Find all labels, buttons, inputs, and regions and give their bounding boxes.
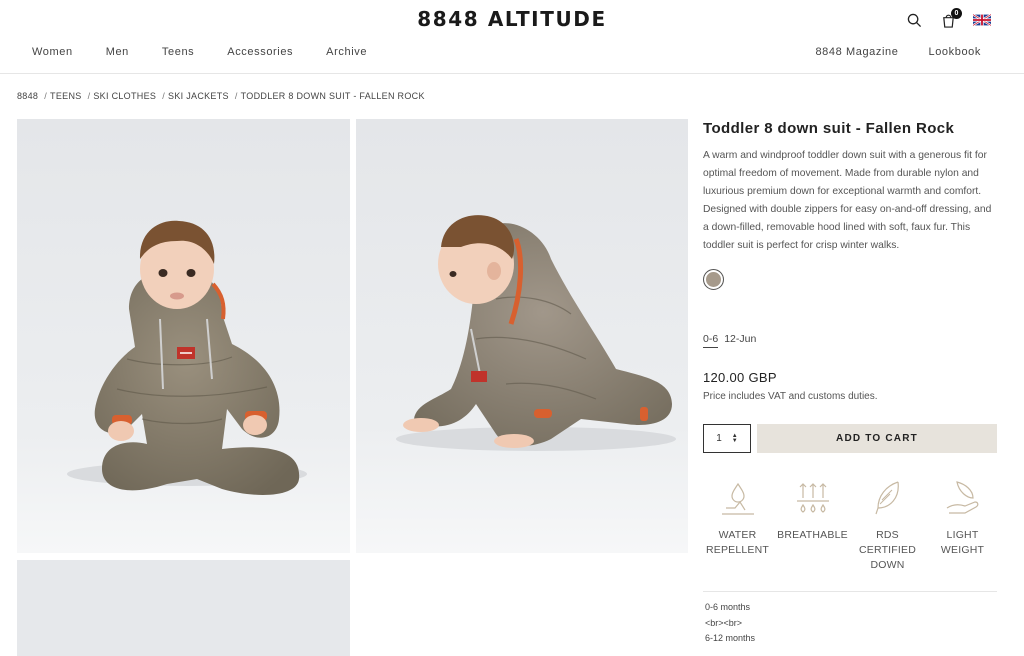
uk-flag-icon[interactable] (973, 11, 991, 29)
feature-label: LIGHT WEIGHT (940, 529, 985, 556)
feature-rds-down: RDS CERTIFIED DOWN (850, 478, 925, 573)
product-image-front[interactable] (17, 119, 350, 553)
product-image-back[interactable] (17, 560, 350, 656)
nav-magazine[interactable]: 8848 Magazine (815, 46, 898, 58)
breadcrumb-item[interactable]: TEENS (50, 91, 82, 101)
header-icons: 0 (905, 8, 991, 29)
breadcrumb-separator: / (234, 91, 238, 101)
secondary-nav: 8848 Magazine Lookbook (785, 46, 981, 58)
feature-label: RDS CERTIFIED DOWN (858, 529, 917, 571)
section-divider (703, 591, 997, 592)
quantity-value: 1 (716, 433, 722, 444)
stepper-arrows-icon[interactable]: ▲ ▼ (732, 433, 738, 444)
breadcrumb-item[interactable]: SKI JACKETS (168, 91, 229, 101)
breadcrumb-current: TODDLER 8 DOWN SUIT - FALLEN ROCK (240, 91, 425, 101)
size-note-line: 6-12 months (705, 633, 756, 643)
size-option[interactable]: 12-Jun (724, 333, 756, 348)
feature-light-weight: LIGHT WEIGHT (925, 478, 1000, 573)
feather-icon (874, 481, 899, 515)
hand-feather-icon (946, 481, 978, 514)
breadcrumb-item[interactable]: 8848 (17, 91, 38, 101)
breadcrumb-separator: / (87, 91, 91, 101)
breadcrumb-item[interactable]: SKI CLOTHES (93, 91, 156, 101)
product-price: 120.00 GBP (703, 370, 777, 385)
nav-women[interactable]: Women (32, 46, 73, 58)
nav-lookbook[interactable]: Lookbook (928, 46, 981, 58)
breathable-icon (796, 483, 829, 513)
size-note-line: 0-6 months (705, 602, 751, 612)
size-note-line: <br><br> (705, 617, 743, 628)
breadcrumb-separator: / (44, 91, 48, 101)
nav-archive[interactable]: Archive (326, 46, 367, 58)
breadcrumb: 8848 / TEENS / SKI CLOTHES / SKI JACKETS… (17, 91, 425, 101)
feature-label: BREATHABLE (777, 529, 848, 541)
feature-label: WATER REPELLENT (705, 529, 770, 556)
nav-teens[interactable]: Teens (162, 46, 194, 58)
vat-note: Price includes VAT and customs duties. (703, 391, 878, 402)
product-title: Toddler 8 down suit - Fallen Rock (703, 120, 955, 137)
add-to-cart-button[interactable]: ADD TO CART (757, 424, 997, 453)
site-header: 8848 ALTITUDE 0 Women Men Teens Accessor… (0, 0, 1024, 74)
quantity-stepper[interactable]: 1 ▲ ▼ (703, 424, 751, 453)
cart-icon[interactable]: 0 (939, 8, 962, 29)
feature-breathable: BREATHABLE (775, 478, 850, 573)
product-image-side[interactable] (356, 119, 688, 553)
water-drop-icon (721, 482, 754, 515)
feature-list: WATER REPELLENT BREATHABLE RDS CERTIFIED… (700, 478, 1000, 573)
product-description: A warm and windproof toddler down suit w… (703, 150, 992, 251)
search-icon[interactable] (905, 11, 923, 29)
product-info: Toddler 8 down suit - Fallen Rock A warm… (703, 120, 997, 255)
nav-men[interactable]: Men (106, 46, 129, 58)
breadcrumb-separator: / (162, 91, 166, 101)
site-logo[interactable]: 8848 ALTITUDE (0, 7, 1024, 31)
size-selector: 0-6 12-Jun (703, 333, 756, 348)
size-notes: 0-6 months <br><br> 6-12 months (705, 600, 755, 647)
size-option-selected[interactable]: 0-6 (703, 333, 719, 348)
cart-count-badge: 0 (951, 8, 962, 19)
main-nav: Women Men Teens Accessories Archive (32, 46, 400, 58)
color-swatch[interactable] (703, 269, 724, 290)
feature-water-repellent: WATER REPELLENT (700, 478, 775, 573)
nav-accessories[interactable]: Accessories (227, 46, 293, 58)
